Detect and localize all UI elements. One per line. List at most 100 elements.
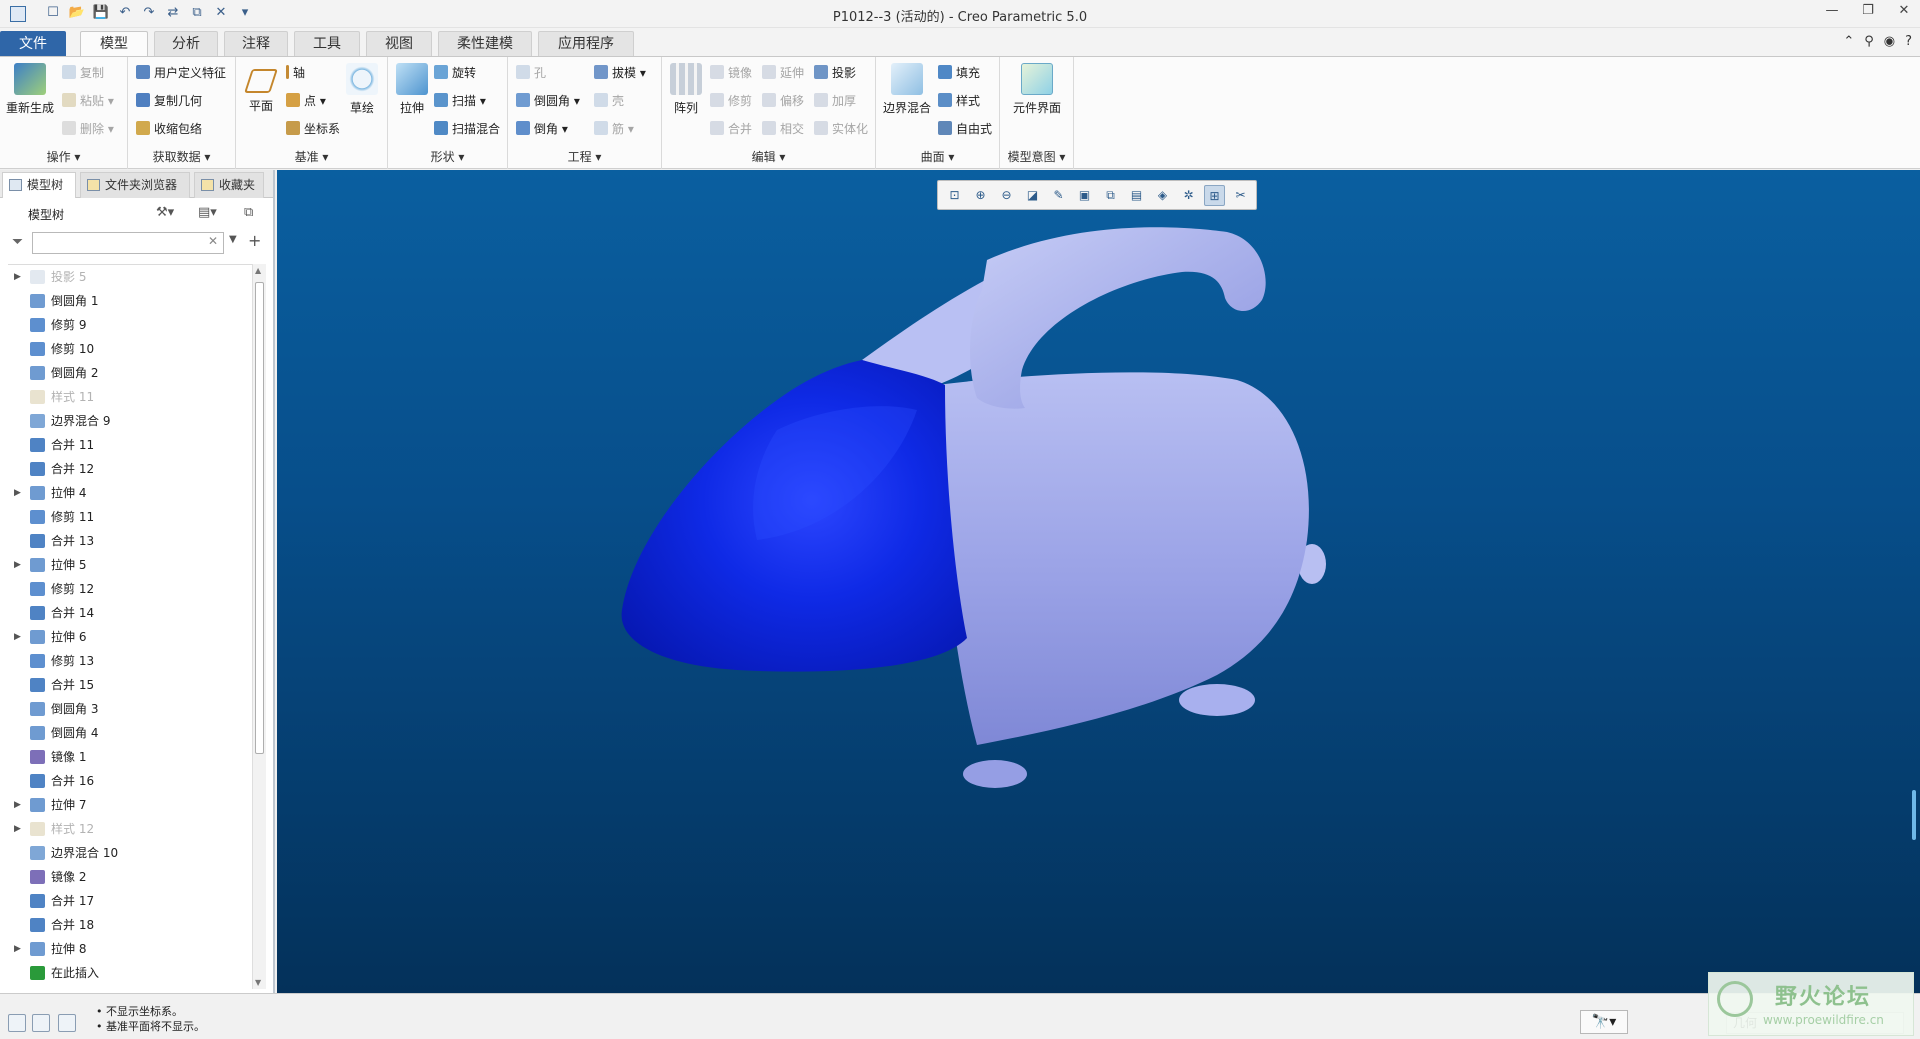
group-label-datum[interactable]: 基准 ▾ [236,148,387,165]
tree-item[interactable]: 镜像 2 [8,865,252,889]
tree-item[interactable]: 镜像 1 [8,745,252,769]
regenerate-button[interactable]: 重新生成 [4,63,56,116]
tab-annotate[interactable]: 注释 [224,31,288,56]
freestyle-button[interactable]: 自由式 [938,119,992,139]
sketch-button[interactable]: 草绘 [342,63,382,116]
merge-button[interactable]: 合并 [710,119,752,139]
tree-item[interactable]: 合并 17 [8,889,252,913]
pattern-button[interactable]: 阵列 [666,63,706,116]
group-label-operations[interactable]: 操作 ▾ [0,148,127,165]
expand-arrow-icon[interactable]: ▶ [14,817,21,841]
tab-tools[interactable]: 工具 [294,31,360,56]
tree-item[interactable]: 倒圆角 3 [8,697,252,721]
restore-icon[interactable]: ❐ [1860,3,1876,18]
tab-flexible-modeling[interactable]: 柔性建模 [438,31,532,56]
expand-arrow-icon[interactable]: ▶ [14,553,21,577]
solidify-button[interactable]: 实体化 [814,119,868,139]
tree-item[interactable]: ▶ 拉伸 4 [8,481,252,505]
tree-item[interactable]: 修剪 11 [8,505,252,529]
tab-applications[interactable]: 应用程序 [538,31,634,56]
tree-item[interactable]: ▶ 投影 5 [8,265,252,289]
help-icon[interactable]: ? [1905,34,1912,49]
tree-item[interactable]: 边界混合 9 [8,409,252,433]
trim-button[interactable]: 修剪 [710,91,752,111]
collapse-ribbon-icon[interactable]: ⌃ [1843,34,1854,49]
community-icon[interactable]: ◉ [1884,34,1895,49]
tree-item[interactable]: 修剪 9 [8,313,252,337]
search-dropdown-icon[interactable]: ▼ [229,234,237,245]
tree-item[interactable]: 倒圆角 2 [8,361,252,385]
draft-button[interactable]: 拔模 ▾ [594,63,646,83]
expand-arrow-icon[interactable]: ▶ [14,265,21,289]
rib-button[interactable]: 筋 ▾ [594,119,634,139]
tree-item[interactable]: 边界混合 10 [8,841,252,865]
revolve-button[interactable]: 旋转 [434,63,476,83]
group-label-shapes[interactable]: 形状 ▾ [388,148,507,165]
graphics-window[interactable]: ⊡ ⊕ ⊖ ◪ ✎ ▣ ⧉ ▤ ◈ ✲ ⊞ ✂ [277,170,1920,993]
tree-item[interactable]: 合并 11 [8,433,252,457]
chamfer-button[interactable]: 倒角 ▾ [516,119,568,139]
funnel-icon[interactable]: ⏷ [12,234,23,250]
axis-button[interactable]: 轴 [286,63,305,83]
tree-item[interactable]: 修剪 10 [8,337,252,361]
group-label-surfaces[interactable]: 曲面 ▾ [876,148,999,165]
component-interface-button[interactable]: 元件界面 [1004,63,1070,116]
offset-button[interactable]: 偏移 [762,91,804,111]
tree-filter-icon[interactable]: ⧉ [244,205,253,220]
toggle-navigator-icon[interactable] [8,1014,26,1032]
tree-item[interactable]: 合并 13 [8,529,252,553]
tree-item[interactable]: ▶ 样式 12 [8,817,252,841]
tree-item[interactable]: 合并 16 [8,769,252,793]
tree-settings-icon[interactable]: ⚒▾ [156,205,174,220]
tab-view[interactable]: 视图 [366,31,432,56]
tab-folder-browser[interactable]: 文件夹浏览器 [80,172,190,198]
fullscreen-icon[interactable] [58,1014,76,1032]
tab-favorites[interactable]: 收藏夹 [194,172,264,198]
tab-model-tree[interactable]: 模型树 [2,172,76,198]
tree-item[interactable]: 合并 12 [8,457,252,481]
sweep-button[interactable]: 扫描 ▾ [434,91,486,111]
vacuum-cleaner-model[interactable] [277,170,1920,993]
tree-item[interactable]: ▶ 拉伸 7 [8,793,252,817]
round-button[interactable]: 倒圆角 ▾ [516,91,580,111]
tree-item[interactable]: 样式 11 [8,385,252,409]
group-label-editing[interactable]: 编辑 ▾ [662,148,875,165]
minimize-icon[interactable]: — [1824,3,1840,18]
shrinkwrap-button[interactable]: 收缩包络 [136,119,202,139]
paste-button[interactable]: 粘贴 ▾ [62,91,114,111]
search-icon[interactable]: ⚲ [1864,34,1874,49]
find-button[interactable]: 🔭▾ [1580,1010,1628,1034]
clear-search-icon[interactable]: ✕ [208,234,218,248]
tree-item[interactable]: 倒圆角 4 [8,721,252,745]
shell-button[interactable]: 壳 [594,91,624,111]
intersect-button[interactable]: 相交 [762,119,804,139]
scroll-down-icon[interactable]: ▼ [255,978,261,987]
udf-button[interactable]: 用户定义特征 [136,63,226,83]
swept-blend-button[interactable]: 扫描混合 [434,119,500,139]
expand-arrow-icon[interactable]: ▶ [14,793,21,817]
tree-item[interactable]: 倒圆角 1 [8,289,252,313]
group-label-model-intent[interactable]: 模型意图 ▾ [1000,148,1073,165]
style-button[interactable]: 样式 [938,91,980,111]
extrude-button[interactable]: 拉伸 [392,63,432,116]
tree-scrollbar[interactable]: ▲ ▼ [252,264,266,989]
scroll-up-icon[interactable]: ▲ [255,266,261,275]
close-icon[interactable]: ✕ [1896,3,1912,18]
tree-item[interactable]: 修剪 13 [8,649,252,673]
tree-item[interactable]: 合并 15 [8,673,252,697]
tree-item[interactable]: 在此插入 [8,961,252,985]
point-button[interactable]: 点 ▾ [286,91,326,111]
tree-search-input[interactable] [32,232,224,254]
tab-analysis[interactable]: 分析 [154,31,218,56]
copy-geometry-button[interactable]: 复制几何 [136,91,202,111]
group-label-engineering[interactable]: 工程 ▾ [508,148,661,165]
expand-arrow-icon[interactable]: ▶ [14,481,21,505]
tab-model[interactable]: 模型 [80,31,148,56]
hole-button[interactable]: 孔 [516,63,546,83]
project-button[interactable]: 投影 [814,63,856,83]
expand-arrow-icon[interactable]: ▶ [14,625,21,649]
thicken-button[interactable]: 加厚 [814,91,856,111]
group-label-get-data[interactable]: 获取数据 ▾ [128,148,235,165]
add-filter-icon[interactable]: + [248,231,261,250]
csys-button[interactable]: 坐标系 [286,119,340,139]
